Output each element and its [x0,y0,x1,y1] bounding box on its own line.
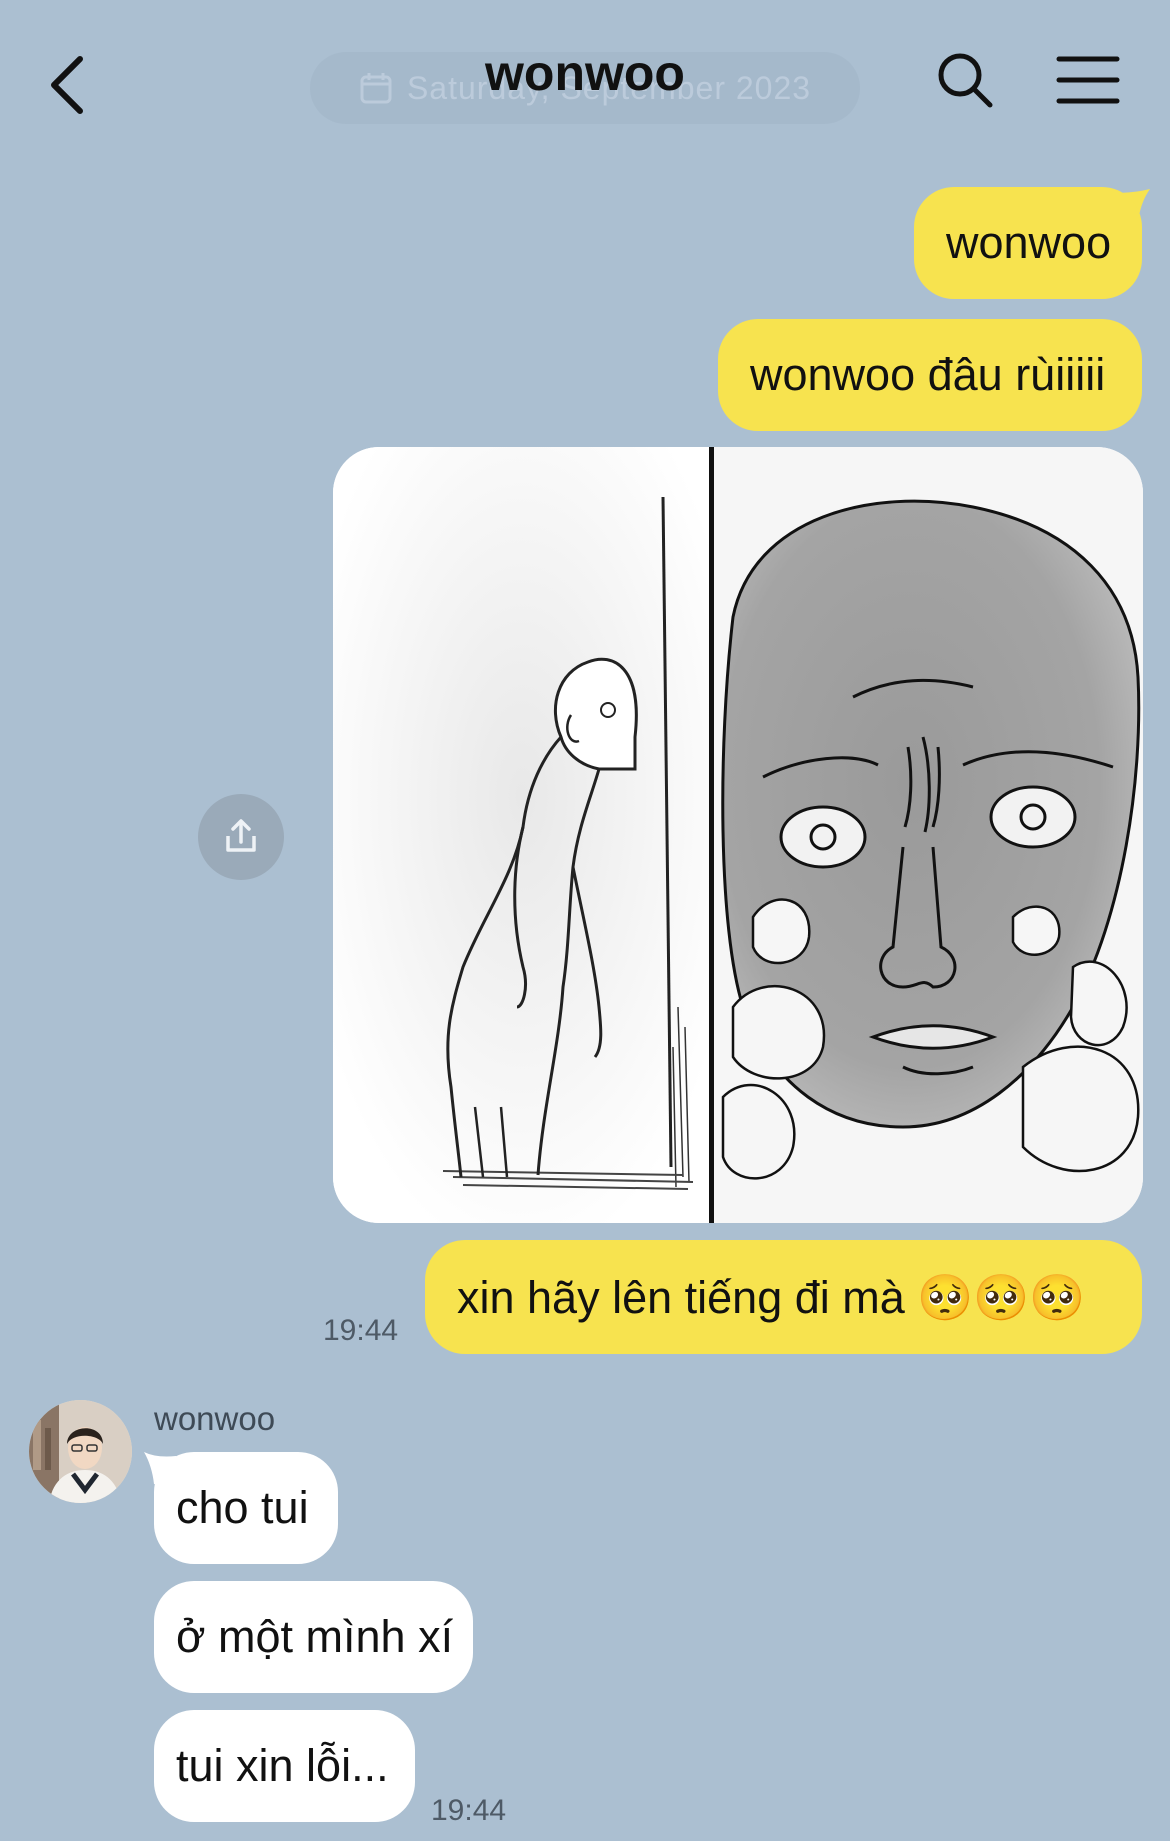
share-icon [226,819,256,852]
sender-name: wonwoo [154,1400,276,1437]
message-time: 19:44 [431,1794,507,1827]
avatar-photo [29,1400,132,1503]
contact-avatar[interactable] [29,1400,132,1503]
search-icon [938,53,993,108]
menu-button[interactable] [1050,45,1126,115]
sent-message[interactable]: wonwoo đâu rùiiiii [718,319,1142,431]
received-message[interactable]: ở một mình xí [154,1581,473,1693]
message-text: xin hãy lên tiếng đi mà 🥺🥺🥺 [457,1271,1086,1323]
received-message[interactable]: tui xin lỗi... [154,1710,415,1822]
message-text: wonwoo [946,217,1112,268]
chevron-left-icon [51,56,83,114]
date-label: Saturday, September 2023 [310,52,860,124]
message-time: 19:44 [323,1314,399,1347]
sent-message[interactable]: wonwoo [914,187,1142,299]
back-button[interactable] [36,45,96,125]
hamburger-menu-icon [1056,56,1120,104]
share-button[interactable] [198,794,284,880]
message-text: ở một mình xí [176,1611,454,1662]
message-text: tui xin lỗi... [176,1740,389,1791]
date-text: Saturday, September 2023 [406,69,812,106]
calendar-icon [359,71,393,105]
meme-illustration [333,447,1143,1223]
image-message[interactable] [333,447,1143,1223]
sent-message[interactable]: xin hãy lên tiếng đi mà 🥺🥺🥺 [425,1240,1142,1354]
message-text: cho tui [176,1482,309,1533]
message-text: wonwoo đâu rùiiiii [750,349,1106,400]
search-button[interactable] [930,45,1000,115]
chat-header: Saturday, September 2023 wonwoo [0,0,1170,170]
received-message[interactable]: cho tui [154,1452,338,1564]
